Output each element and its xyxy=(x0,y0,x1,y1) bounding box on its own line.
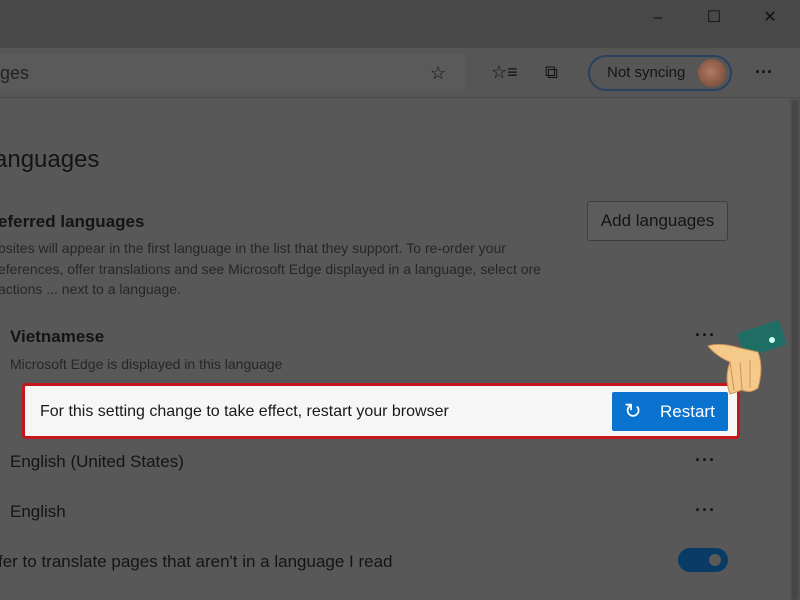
profile-button[interactable]: Not syncing xyxy=(588,55,732,91)
page-title: anguages xyxy=(0,146,100,173)
scrollbar[interactable] xyxy=(790,98,800,600)
restart-banner: For this setting change to take effect, … xyxy=(22,383,740,439)
translate-toggle[interactable] xyxy=(678,548,728,572)
sync-status: Not syncing xyxy=(607,64,686,81)
language-more-icon[interactable]: ··· xyxy=(695,500,716,521)
banner-message: For this setting change to take effect, … xyxy=(40,403,449,420)
section-description: bsites will appear in the first language… xyxy=(0,240,541,297)
more-icon[interactable]: ··· xyxy=(755,62,773,83)
title-bar: – ☐ ✕ xyxy=(0,0,800,48)
language-item: Vietnamese xyxy=(10,327,105,346)
restart-button[interactable]: ↻ Restart xyxy=(612,392,728,431)
toolbar: ges ☆ ☆≡ ⧉ Not syncing ··· xyxy=(0,48,800,98)
pointing-hand-icon xyxy=(707,320,787,395)
collections-icon[interactable]: ⧉ xyxy=(545,62,558,83)
language-item: English (United States) xyxy=(10,452,184,471)
translate-label: fer to translate pages that aren't in a … xyxy=(0,552,393,571)
restart-icon: ↻ xyxy=(624,400,642,423)
restart-label: Restart xyxy=(660,402,715,421)
language-item: English xyxy=(10,502,66,521)
section-title: eferred languages xyxy=(0,212,145,231)
address-text: ges xyxy=(0,63,30,83)
language-more-icon[interactable]: ··· xyxy=(695,450,716,471)
add-favorite-icon[interactable]: ☆ xyxy=(430,54,446,92)
maximize-button[interactable]: ☐ xyxy=(699,6,729,30)
add-languages-button[interactable]: Add languages xyxy=(587,201,728,241)
address-bar[interactable]: ges ☆ xyxy=(0,54,465,92)
scrollbar-thumb[interactable] xyxy=(792,100,798,600)
favorites-icon[interactable]: ☆≡ xyxy=(491,62,518,83)
close-button[interactable]: ✕ xyxy=(755,6,785,30)
toggle-knob xyxy=(709,554,721,566)
avatar xyxy=(698,59,726,87)
minimize-button[interactable]: – xyxy=(643,6,673,30)
language-note: Microsoft Edge is displayed in this lang… xyxy=(10,356,283,372)
